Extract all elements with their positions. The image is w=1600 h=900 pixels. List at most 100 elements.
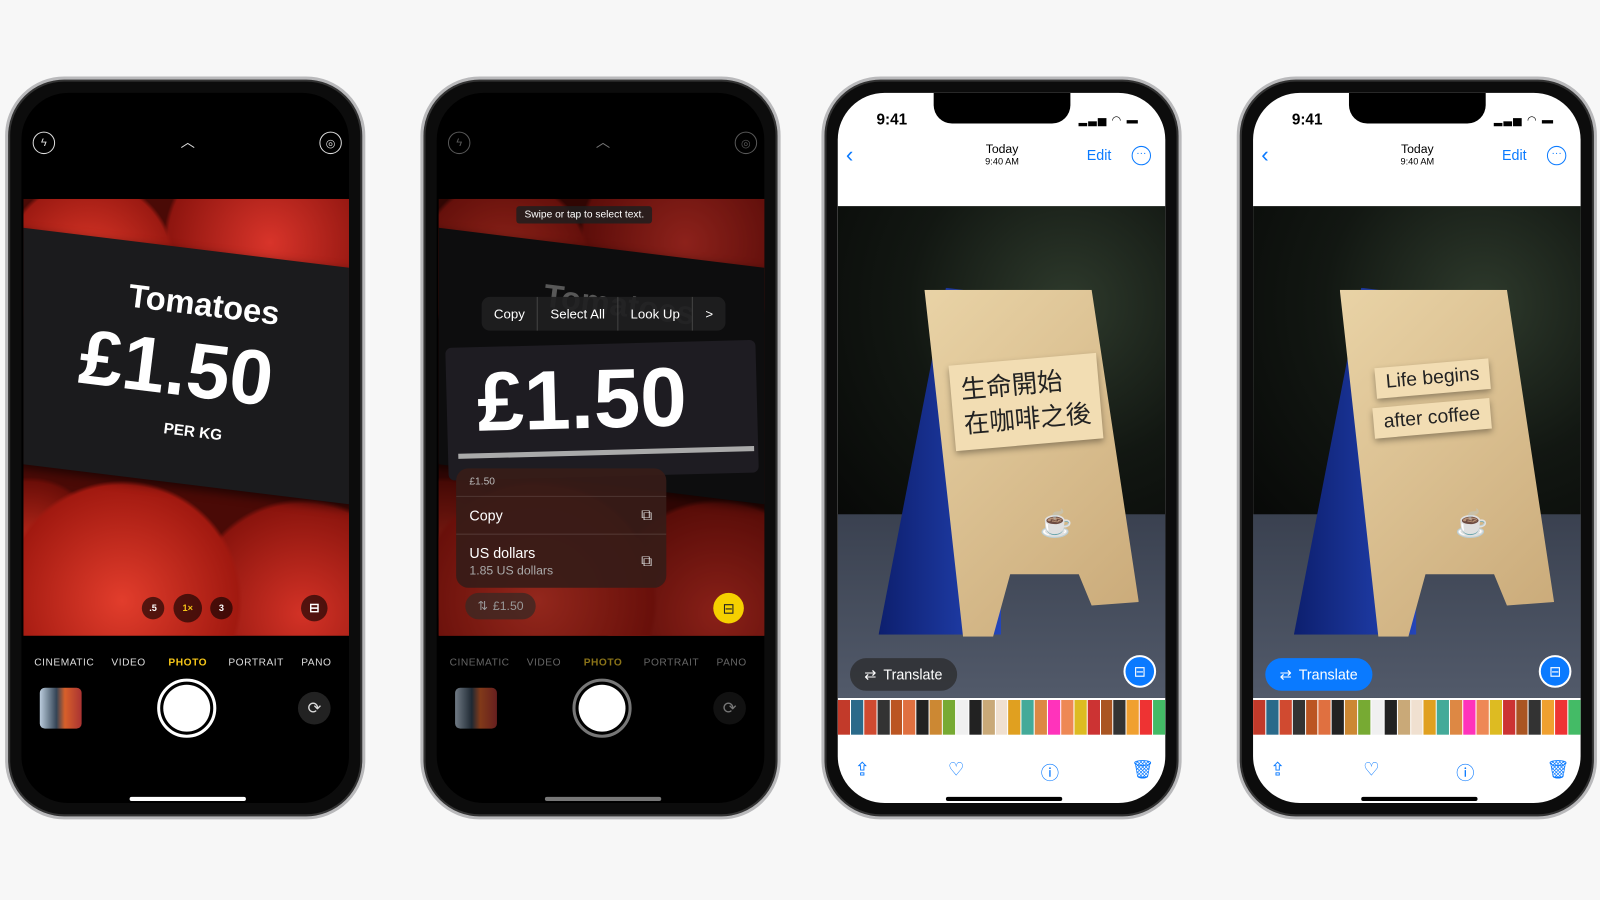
selected-text-region[interactable]: £1.50 <box>445 339 759 481</box>
last-photo-thumbnail[interactable] <box>455 687 497 729</box>
thumbnail[interactable] <box>1384 699 1397 735</box>
thumbnail[interactable] <box>1410 699 1423 735</box>
thumbnail[interactable] <box>1279 699 1292 735</box>
thumbnail[interactable] <box>1542 699 1555 735</box>
thumbnail-strip[interactable] <box>837 699 1166 735</box>
heart-icon[interactable]: ♡ <box>1363 759 1379 780</box>
conversion-chip[interactable]: ⇅ £1.50 <box>465 592 536 620</box>
mode-portrait[interactable]: PORTRAIT <box>644 657 700 668</box>
thumbnail[interactable] <box>995 699 1008 735</box>
card-convert-row[interactable]: US dollars 1.85 US dollars ⧉ <box>456 533 667 588</box>
thumbnail[interactable] <box>1397 699 1410 735</box>
thumbnail[interactable] <box>1515 699 1528 735</box>
thumbnail[interactable] <box>1476 699 1489 735</box>
thumbnail[interactable] <box>1253 699 1266 735</box>
last-photo-thumbnail[interactable] <box>39 687 82 729</box>
thumbnail[interactable] <box>969 699 982 735</box>
edit-button[interactable]: Edit <box>1502 147 1527 163</box>
mode-video[interactable]: VIDEO <box>527 657 561 668</box>
more-icon[interactable]: ··· <box>1131 145 1152 166</box>
thumbnail[interactable] <box>1358 699 1371 735</box>
thumbnail[interactable] <box>1463 699 1476 735</box>
zoom-0-5-button[interactable]: .5 <box>141 596 165 620</box>
thumbnail[interactable] <box>942 699 955 735</box>
thumbnail[interactable] <box>955 699 969 735</box>
thumbnail[interactable] <box>1436 699 1450 735</box>
thumbnail[interactable] <box>1331 699 1344 735</box>
thumbnail[interactable] <box>850 699 864 735</box>
more-icon[interactable]: ··· <box>1546 145 1567 166</box>
thumbnail[interactable] <box>916 699 929 735</box>
viewfinder[interactable]: Tomatoes £1.50 Swipe or tap to select te… <box>438 198 765 636</box>
info-icon[interactable]: ⓘ <box>1041 759 1059 786</box>
thumbnail[interactable] <box>1423 699 1436 735</box>
chevron-up-icon[interactable]: ︿ <box>181 132 195 152</box>
edit-button[interactable]: Edit <box>1087 147 1112 163</box>
thumbnail[interactable] <box>1074 699 1087 735</box>
mode-video[interactable]: VIDEO <box>111 657 145 668</box>
mode-photo[interactable]: PHOTO <box>584 657 623 668</box>
trash-icon[interactable]: 🗑 <box>1131 759 1154 780</box>
card-copy-row[interactable]: Copy ⧉ <box>456 495 667 534</box>
thumbnail[interactable] <box>1100 699 1113 735</box>
menu-select-all[interactable]: Select All <box>538 296 619 331</box>
thumbnail[interactable] <box>1528 699 1542 735</box>
thumbnail[interactable] <box>864 699 877 735</box>
thumbnail[interactable] <box>1292 699 1305 735</box>
thumbnail[interactable] <box>1345 699 1358 735</box>
thumbnail[interactable] <box>982 699 995 735</box>
translate-button[interactable]: ⇄ Translate <box>849 658 957 691</box>
live-photo-icon[interactable]: ◎ <box>319 131 342 155</box>
thumbnail[interactable] <box>1061 699 1074 735</box>
mode-cinematic[interactable]: CINEMATIC <box>450 657 510 668</box>
info-icon[interactable]: ⓘ <box>1456 759 1474 786</box>
thumbnail[interactable] <box>1305 699 1318 735</box>
shutter-button[interactable] <box>572 678 632 738</box>
thumbnail[interactable] <box>929 699 942 735</box>
thumbnail[interactable] <box>1153 699 1166 735</box>
thumbnail[interactable] <box>877 699 890 735</box>
thumbnail[interactable] <box>1502 699 1515 735</box>
chevron-up-icon[interactable]: ︿ <box>596 132 610 152</box>
share-icon[interactable]: ⇪ <box>1270 759 1285 780</box>
thumbnail[interactable] <box>1371 699 1384 735</box>
trash-icon[interactable]: 🗑 <box>1546 759 1569 780</box>
photo[interactable]: ☕ Life begins after coffee <box>1253 206 1581 698</box>
live-text-icon[interactable]: ⊟ <box>1538 655 1572 688</box>
flip-camera-icon[interactable]: ⟳ <box>713 691 746 725</box>
thumbnail[interactable] <box>1489 699 1502 735</box>
thumbnail[interactable] <box>1021 699 1034 735</box>
thumbnail[interactable] <box>1008 699 1021 735</box>
shutter-button[interactable] <box>157 678 217 738</box>
mode-pano[interactable]: PANO <box>301 657 331 668</box>
thumbnail[interactable] <box>837 699 850 735</box>
mode-photo[interactable]: PHOTO <box>168 657 207 668</box>
live-text-icon[interactable]: ⊟ <box>1123 655 1157 688</box>
live-photo-icon[interactable]: ◎ <box>734 131 758 155</box>
thumbnail[interactable] <box>1113 699 1126 735</box>
menu-copy[interactable]: Copy <box>482 296 539 331</box>
thumbnail[interactable] <box>1034 699 1047 735</box>
mode-cinematic[interactable]: CINEMATIC <box>34 657 94 668</box>
zoom-3-button[interactable]: 3 <box>210 596 233 620</box>
thumbnail[interactable] <box>1318 699 1331 735</box>
share-icon[interactable]: ⇪ <box>855 759 870 780</box>
thumbnail[interactable] <box>903 699 916 735</box>
thumbnail[interactable] <box>1126 699 1139 735</box>
thumbnail[interactable] <box>1568 699 1581 735</box>
selected-text[interactable]: £1.50 <box>476 350 688 451</box>
thumbnail[interactable] <box>890 699 903 735</box>
thumbnail[interactable] <box>1450 699 1463 735</box>
heart-icon[interactable]: ♡ <box>948 759 964 780</box>
mode-pano[interactable]: PANO <box>717 657 747 668</box>
live-text-icon[interactable]: ⊟ <box>713 592 744 624</box>
zoom-1x-button[interactable]: 1× <box>173 593 203 623</box>
thumbnail[interactable] <box>1047 699 1061 735</box>
sign-text[interactable]: 生命開始 在咖啡之後 <box>948 352 1104 452</box>
photo[interactable]: ☕ 生命開始 在咖啡之後 <box>837 206 1166 698</box>
flash-icon[interactable]: ϟ <box>447 131 471 155</box>
menu-more-chevron[interactable]: > <box>693 297 725 331</box>
thumbnail-strip[interactable] <box>1253 699 1581 735</box>
flash-icon[interactable]: ϟ <box>32 131 56 155</box>
flip-camera-icon[interactable]: ⟳ <box>297 691 331 725</box>
